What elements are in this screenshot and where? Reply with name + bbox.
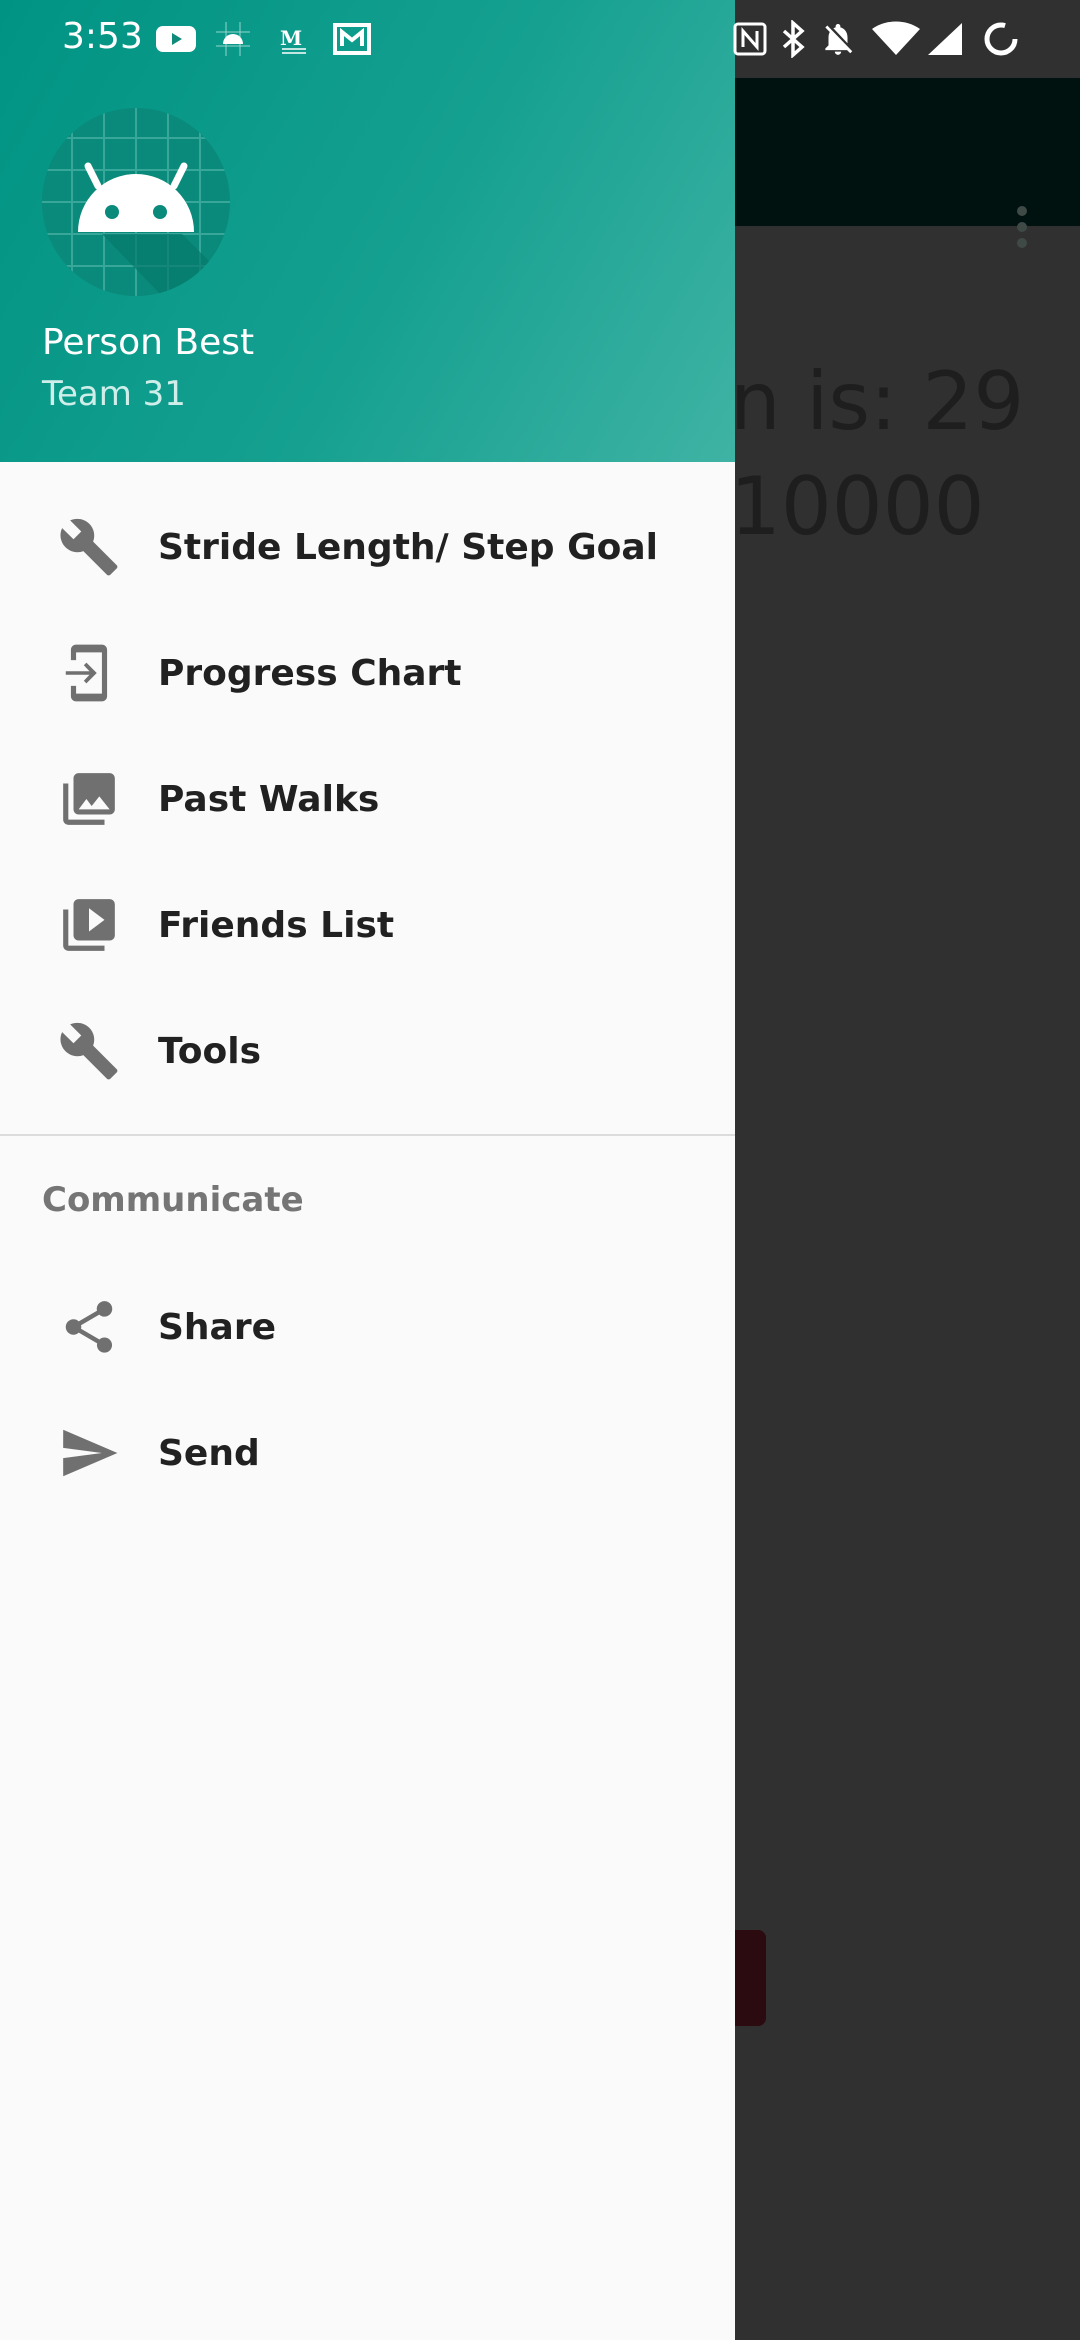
status-time: 3:53: [62, 16, 143, 57]
menu-item-stride-length[interactable]: Stride Length/ Step Goal: [0, 484, 735, 610]
video-library-icon: [58, 894, 120, 956]
android-logo-icon: [42, 108, 230, 296]
android-debug-icon: [216, 20, 250, 58]
section-title: Communicate: [42, 1180, 304, 1220]
bell-off-icon: [818, 20, 858, 58]
svg-text:M: M: [280, 26, 302, 50]
youtube-icon: [156, 20, 196, 58]
inbox-icon: [332, 20, 372, 58]
status-bar: 3:53 M: [0, 0, 1080, 78]
bluetooth-icon: [778, 20, 808, 58]
gmail-icon: M: [278, 20, 310, 58]
menu-item-progress-chart[interactable]: Progress Chart: [0, 610, 735, 736]
menu-item-label: Tools: [158, 1030, 262, 1072]
wrench-icon: [58, 1020, 120, 1082]
battery-icon: [982, 20, 1020, 58]
wifi-icon: [872, 20, 920, 58]
menu-item-share[interactable]: Share: [0, 1264, 735, 1390]
menu-item-label: Past Walks: [158, 778, 380, 820]
menu-item-label: Share: [158, 1306, 277, 1348]
menu-item-past-walks[interactable]: Past Walks: [0, 736, 735, 862]
user-name: Person Best: [42, 322, 255, 363]
overflow-menu-icon[interactable]: [1010, 206, 1034, 254]
menu-item-label: Progress Chart: [158, 652, 462, 694]
menu-item-tools[interactable]: Tools: [0, 988, 735, 1114]
navigation-drawer: Person Best Team 31 Stride Length/ Step …: [0, 0, 735, 2340]
signal-icon: [928, 20, 964, 58]
send-icon: [58, 1422, 120, 1484]
phone-import-icon: [58, 642, 120, 704]
nfc-icon: [732, 20, 768, 58]
menu-item-friends-list[interactable]: Friends List: [0, 862, 735, 988]
photo-library-icon: [58, 768, 120, 830]
share-icon: [58, 1296, 120, 1358]
menu-item-send[interactable]: Send: [0, 1390, 735, 1516]
wrench-icon: [58, 516, 120, 578]
app-text-line: n is: 29: [730, 355, 1025, 448]
divider: [0, 1134, 735, 1136]
menu-item-label: Stride Length/ Step Goal: [158, 526, 658, 568]
menu-item-label: Friends List: [158, 904, 395, 946]
app-text-line: 10000: [730, 460, 985, 553]
menu-item-label: Send: [158, 1432, 260, 1474]
user-team: Team 31: [42, 374, 186, 414]
avatar[interactable]: [42, 108, 230, 296]
